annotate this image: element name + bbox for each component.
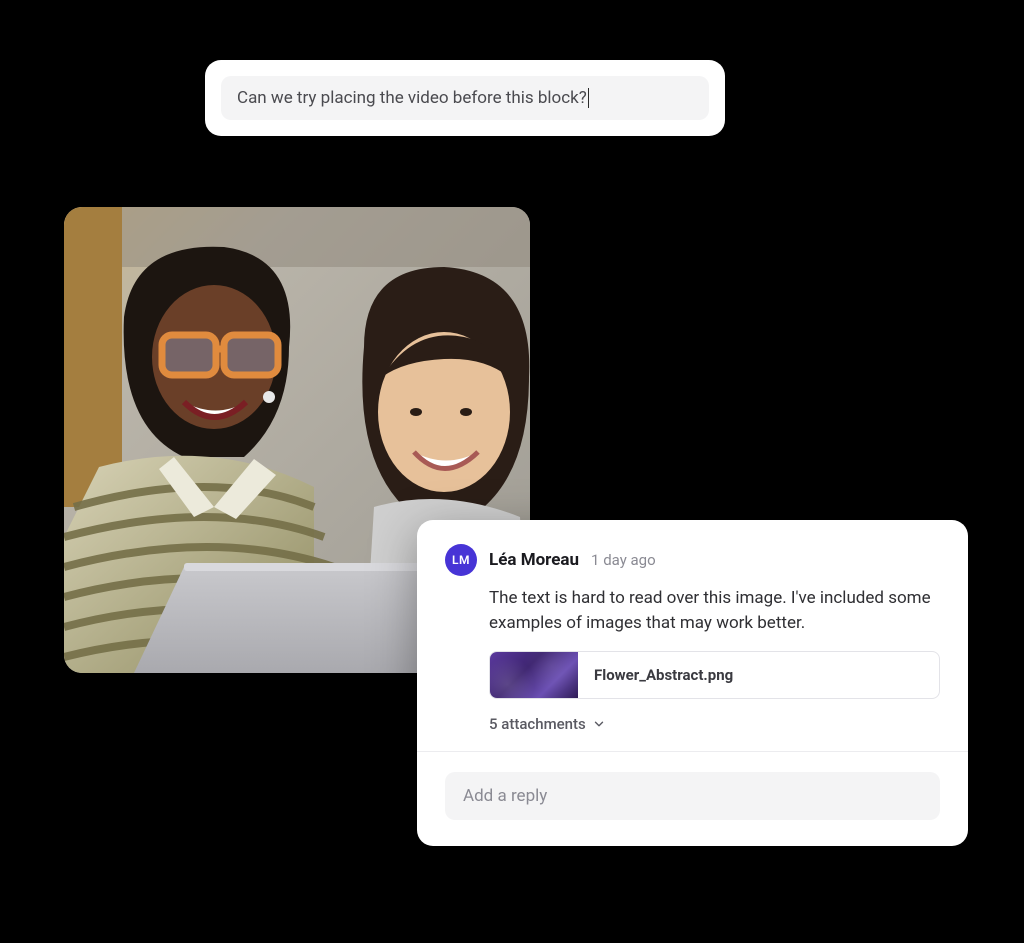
comment-author: Léa Moreau [489, 550, 579, 570]
attachment-chip[interactable]: Flower_Abstract.png [489, 651, 940, 699]
chevron-down-icon [592, 717, 606, 731]
attachments-toggle[interactable]: 5 attachments [489, 715, 940, 733]
compose-card: Can we try placing the video before this… [205, 60, 725, 136]
reply-input[interactable]: Add a reply [445, 772, 940, 820]
compose-text: Can we try placing the video before this… [237, 88, 587, 108]
avatar: LM [445, 544, 477, 576]
comment-header: LM Léa Moreau 1 day ago [445, 544, 940, 576]
reply-area: Add a reply [417, 751, 968, 846]
reply-placeholder: Add a reply [463, 786, 547, 806]
comment-text: The text is hard to read over this image… [489, 586, 940, 635]
attachments-count-label: 5 attachments [489, 715, 586, 733]
author-line: Léa Moreau 1 day ago [489, 550, 656, 570]
comment-panel: LM Léa Moreau 1 day ago The text is hard… [417, 520, 968, 846]
text-cursor-icon [588, 88, 589, 108]
comment-timestamp: 1 day ago [591, 551, 656, 569]
compose-input[interactable]: Can we try placing the video before this… [221, 76, 709, 120]
comment-body: LM Léa Moreau 1 day ago The text is hard… [417, 520, 968, 751]
attachment-filename: Flower_Abstract.png [578, 666, 749, 684]
attachment-thumb-icon [490, 652, 578, 698]
